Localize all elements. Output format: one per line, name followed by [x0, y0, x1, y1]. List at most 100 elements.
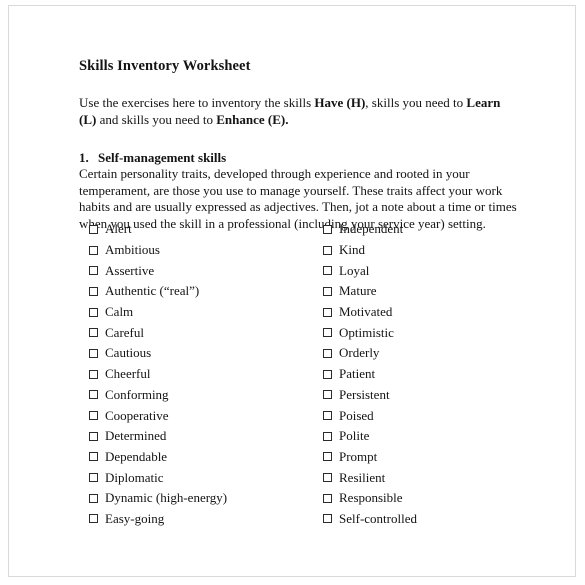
checklist-item[interactable]: Cheerful	[79, 364, 313, 385]
checklist-item-label: Responsible	[339, 490, 403, 506]
checkbox-icon[interactable]	[323, 307, 332, 317]
checkbox-icon[interactable]	[89, 266, 98, 276]
checkbox-icon[interactable]	[323, 473, 332, 483]
checklist-item[interactable]: Ambitious	[79, 240, 313, 261]
checklist-item-label: Calm	[105, 304, 134, 320]
checklist-item[interactable]: Dependable	[79, 447, 313, 468]
checklist-item[interactable]: Diplomatic	[79, 467, 313, 488]
checklist-item[interactable]: Motivated	[313, 302, 539, 323]
checklist-item[interactable]: Easy-going	[79, 509, 313, 530]
intro-emphasis: Enhance (E).	[216, 111, 289, 127]
checkbox-icon[interactable]	[89, 452, 98, 462]
section-number: 1.	[79, 150, 89, 166]
checklist-item-label: Dynamic (high-energy)	[105, 490, 228, 506]
checkbox-icon[interactable]	[323, 514, 332, 524]
checkbox-icon[interactable]	[323, 348, 332, 358]
checklist-item[interactable]: Patient	[313, 364, 539, 385]
intro-text: Use the exercises here to inventory the …	[79, 95, 315, 111]
checklist-item-label: Optimistic	[339, 324, 394, 340]
checklist-item-label: Kind	[339, 242, 365, 258]
checklist-item[interactable]: Calm	[79, 302, 313, 323]
checklist-item[interactable]: Optimistic	[313, 322, 539, 343]
checkbox-icon[interactable]	[323, 245, 332, 255]
checklist-item[interactable]: Self-controlled	[313, 509, 539, 530]
checklist-column-left: Alert Ambitious Assertive Authentic (“real”…	[79, 219, 313, 529]
document-content: Skills Inventory Worksheet Use the exerc…	[79, 58, 521, 232]
checkbox-icon[interactable]	[323, 390, 332, 400]
checklist-item[interactable]: Careful	[79, 322, 313, 343]
checklist-item[interactable]: Conforming	[79, 385, 313, 406]
section-heading-label: Self-management skills	[98, 150, 227, 166]
checklist-item-label: Polite	[339, 428, 370, 444]
intro-paragraph: Use the exercises here to inventory the …	[79, 95, 517, 128]
checkbox-icon[interactable]	[89, 328, 98, 338]
checklist-item-label: Persistent	[339, 386, 390, 402]
checklist-item-label: Alert	[105, 221, 132, 237]
checklist-item[interactable]: Independent	[313, 219, 539, 240]
checklist-column-right: Independent Kind Loyal Mature Motivated Optim…	[313, 219, 539, 529]
checklist-item-label: Patient	[339, 366, 376, 382]
checkbox-icon[interactable]	[89, 473, 98, 483]
checklist-item[interactable]: Authentic (“real”)	[79, 281, 313, 302]
checklist-item-label: Determined	[105, 428, 167, 444]
checkbox-icon[interactable]	[89, 224, 98, 234]
checkbox-icon[interactable]	[89, 245, 98, 255]
checklist-item[interactable]: Polite	[313, 426, 539, 447]
checkbox-icon[interactable]	[323, 266, 332, 276]
checklist-item[interactable]: Dynamic (high-energy)	[79, 488, 313, 509]
checkbox-icon[interactable]	[89, 286, 98, 296]
checklist-item-label: Motivated	[339, 304, 393, 320]
checklist-item-label: Easy-going	[105, 510, 165, 526]
checklist-item-label: Careful	[105, 324, 144, 340]
checklist-item[interactable]: Orderly	[313, 343, 539, 364]
checkbox-icon[interactable]	[89, 411, 98, 421]
checklist-item[interactable]: Alert	[79, 219, 313, 240]
checkbox-icon[interactable]	[323, 452, 332, 462]
checklist-item-label: Cautious	[105, 345, 152, 361]
section-heading: 1. Self-management skills	[79, 150, 521, 166]
checkbox-icon[interactable]	[323, 369, 332, 379]
checkbox-icon[interactable]	[89, 390, 98, 400]
checklist-item[interactable]: Responsible	[313, 488, 539, 509]
checkbox-icon[interactable]	[323, 431, 332, 441]
checklist-item-label: Ambitious	[105, 242, 160, 258]
checkbox-icon[interactable]	[89, 514, 98, 524]
checklist-item[interactable]: Mature	[313, 281, 539, 302]
skills-checklist: Alert Ambitious Assertive Authentic (“real”…	[79, 219, 539, 529]
checklist-item-label: Authentic (“real”)	[105, 283, 200, 299]
document-page: Skills Inventory Worksheet Use the exerc…	[8, 5, 576, 577]
intro-text: and skills you need to	[96, 111, 217, 127]
checkbox-icon[interactable]	[89, 348, 98, 358]
intro-emphasis: Have (H)	[314, 95, 366, 111]
checkbox-icon[interactable]	[323, 493, 332, 503]
checklist-item-label: Diplomatic	[105, 469, 164, 485]
checklist-item[interactable]: Kind	[313, 240, 539, 261]
checklist-item-label: Prompt	[339, 448, 378, 464]
checklist-item[interactable]: Poised	[313, 405, 539, 426]
checklist-item[interactable]: Resilient	[313, 467, 539, 488]
checkbox-icon[interactable]	[89, 307, 98, 317]
checklist-item[interactable]: Assertive	[79, 260, 313, 281]
checkbox-icon[interactable]	[89, 431, 98, 441]
checklist-item[interactable]: Cooperative	[79, 405, 313, 426]
page-title: Skills Inventory Worksheet	[79, 58, 251, 74]
checklist-item-label: Cheerful	[105, 366, 151, 382]
checklist-item-label: Cooperative	[105, 407, 169, 423]
checklist-item[interactable]: Persistent	[313, 385, 539, 406]
checkbox-icon[interactable]	[89, 493, 98, 503]
checkbox-icon[interactable]	[323, 224, 332, 234]
checkbox-icon[interactable]	[323, 286, 332, 296]
checkbox-icon[interactable]	[323, 328, 332, 338]
checklist-item-label: Orderly	[339, 345, 380, 361]
checklist-item[interactable]: Prompt	[313, 447, 539, 468]
checkbox-icon[interactable]	[89, 369, 98, 379]
intro-text: , skills you need to	[365, 95, 467, 111]
checklist-item[interactable]: Cautious	[79, 343, 313, 364]
checklist-item[interactable]: Determined	[79, 426, 313, 447]
checklist-item-label: Poised	[339, 407, 374, 423]
checklist-item-label: Loyal	[339, 262, 370, 278]
checkbox-icon[interactable]	[323, 411, 332, 421]
checklist-item[interactable]: Loyal	[313, 260, 539, 281]
checklist-item-label: Self-controlled	[339, 510, 417, 526]
checklist-item-label: Resilient	[339, 469, 386, 485]
